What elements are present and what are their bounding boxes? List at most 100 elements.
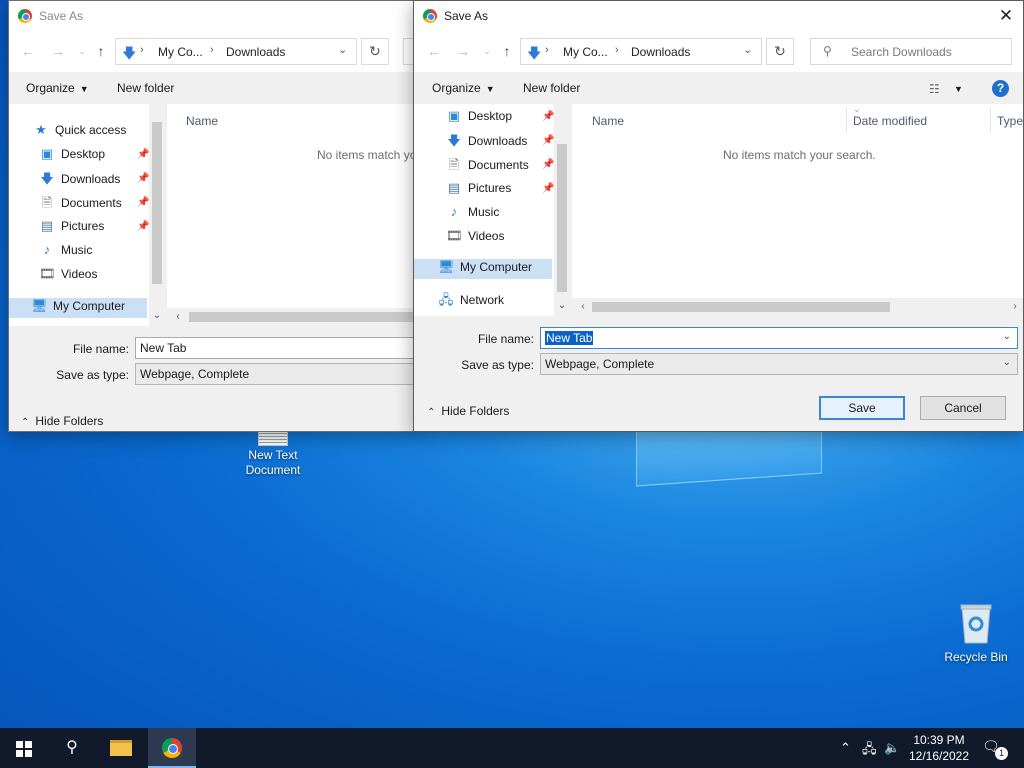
search-box[interactable]: ⚲ Search Downloads	[810, 38, 1012, 65]
desktop-icon-label: New Text	[248, 448, 298, 462]
desktop-icon-recycle-bin[interactable]: Recycle Bin	[940, 602, 1012, 665]
tree-item-pictures[interactable]: ▤ Pictures 📌	[446, 180, 555, 200]
column-header-date-modified[interactable]: Date modified	[853, 114, 927, 128]
forward-arrow-icon[interactable]: →	[49, 43, 67, 59]
scroll-thumb[interactable]	[189, 312, 417, 322]
save-as-type-select[interactable]: Webpage, Complete ⌄	[540, 353, 1018, 375]
tree-item-network[interactable]: 🖧 Network	[438, 291, 504, 311]
organize-button[interactable]: Organize ▼	[432, 81, 495, 95]
scroll-down-icon[interactable]: ⌄	[150, 310, 164, 321]
chevron-down-icon[interactable]: ⌄	[1003, 331, 1011, 342]
column-divider[interactable]	[846, 108, 847, 132]
downloads-icon: 🡇	[447, 133, 461, 148]
up-arrow-icon[interactable]: ↑	[498, 43, 516, 59]
tree-item-pictures[interactable]: ▤ Pictures 📌	[39, 218, 150, 238]
save-as-type-select[interactable]: Webpage, Complete	[135, 363, 417, 385]
title-bar[interactable]: Save As ✕	[414, 1, 1023, 32]
tree-item-music[interactable]: ♪ Music	[446, 204, 500, 224]
vertical-scrollbar[interactable]: ⌄	[149, 104, 165, 326]
view-options-icon[interactable]: ☷	[929, 82, 940, 96]
tree-item-desktop[interactable]: ▣ Desktop 📌	[446, 108, 555, 128]
desktop-icon-label: Recycle Bin	[944, 650, 1008, 664]
vertical-scrollbar[interactable]: ⌄	[554, 104, 570, 316]
scroll-left-icon[interactable]: ‹	[576, 301, 590, 312]
column-divider[interactable]	[990, 108, 991, 132]
column-header-name[interactable]: Name	[592, 114, 624, 128]
file-list: Name No items match yo ‹	[167, 104, 417, 326]
tree-item-my-computer[interactable]: 🖥 My Computer	[9, 298, 147, 318]
hide-folders-button[interactable]: ⌃ Hide Folders	[21, 414, 103, 428]
tree-item-quick-access[interactable]: ★ Quick access	[33, 122, 126, 142]
search-input[interactable]: Search Downloads	[851, 45, 952, 59]
forward-arrow-icon[interactable]: →	[454, 43, 472, 59]
chevron-up-icon[interactable]: ⌃	[840, 740, 851, 756]
chevron-down-icon[interactable]: ⌄	[1003, 357, 1011, 368]
scroll-thumb[interactable]	[557, 144, 567, 292]
network-icon[interactable]: 🖧	[862, 740, 877, 762]
title-bar[interactable]: Save As	[9, 1, 417, 32]
desktop-icon-new-text-document[interactable]: New Text Document	[236, 430, 310, 478]
refresh-button[interactable]: ↻	[766, 38, 794, 65]
caret-down-icon[interactable]: ▼	[954, 84, 963, 94]
column-header-name[interactable]: Name	[186, 114, 218, 128]
scroll-thumb[interactable]	[592, 302, 890, 312]
close-icon[interactable]: ✕	[997, 6, 1015, 26]
file-explorer-button[interactable]	[98, 728, 146, 768]
pin-icon: 📌	[542, 183, 555, 194]
address-bar[interactable]: 🡇 › My Co... › Downloads ⌄	[520, 38, 762, 65]
clock-time: 10:39 PM	[913, 733, 965, 747]
search-icon: ⚲	[823, 44, 832, 58]
new-folder-button[interactable]: New folder	[117, 81, 174, 95]
breadcrumb-item[interactable]: Downloads	[226, 45, 285, 59]
desktop-icon: ▣	[447, 108, 461, 123]
downloads-icon: 🡇	[40, 171, 54, 186]
start-button[interactable]	[0, 728, 48, 768]
column-header-type[interactable]: Type	[997, 114, 1023, 128]
desktop-icon: ▣	[40, 146, 54, 161]
chrome-taskbar-button[interactable]	[148, 728, 196, 768]
scroll-right-icon[interactable]: ›	[1008, 301, 1022, 312]
file-name-input[interactable]: New Tab	[135, 337, 417, 359]
tree-item-videos[interactable]: 🎞 Videos	[446, 228, 504, 248]
horizontal-scrollbar[interactable]: ‹	[167, 308, 417, 326]
new-folder-button[interactable]: New folder	[523, 81, 580, 95]
tree-item-desktop[interactable]: ▣ Desktop 📌	[39, 146, 150, 166]
help-icon[interactable]: ?	[992, 80, 1009, 97]
breadcrumb-item[interactable]: My Co...	[563, 45, 608, 59]
breadcrumb-item[interactable]: Downloads	[631, 45, 690, 59]
chevron-down-icon[interactable]: ⌄	[338, 43, 347, 56]
recent-locations-icon[interactable]: ⌄	[73, 46, 91, 57]
tree-item-my-computer[interactable]: 🖥 My Computer	[414, 259, 552, 279]
breadcrumb-item[interactable]: My Co...	[158, 45, 203, 59]
back-arrow-icon[interactable]: ←	[19, 43, 37, 59]
cancel-button[interactable]: Cancel	[920, 396, 1006, 420]
file-name-input[interactable]: New Tab ⌄	[540, 327, 1018, 349]
tree-item-videos[interactable]: 🎞 Videos	[39, 266, 97, 286]
volume-icon[interactable]: 🔈	[884, 740, 900, 756]
horizontal-scrollbar[interactable]: ‹ ›	[572, 298, 1023, 316]
scroll-down-icon[interactable]: ⌄	[555, 300, 569, 311]
tree-item-documents[interactable]: 🗎 Documents 📌	[446, 156, 555, 176]
tree-item-documents[interactable]: 🗎 Documents 📌	[39, 194, 150, 214]
hide-folders-button[interactable]: ⌃ Hide Folders	[427, 404, 509, 418]
organize-button[interactable]: Organize ▼	[26, 81, 89, 95]
tree-item-music[interactable]: ♪ Music	[39, 242, 93, 262]
search-button[interactable]: ⚲	[48, 728, 96, 768]
up-arrow-icon[interactable]: ↑	[92, 43, 110, 59]
back-arrow-icon[interactable]: ←	[425, 43, 443, 59]
save-as-dialog-back: Save As ← → ⌄ ↑ 🡇 › My Co... › Downloads…	[8, 0, 418, 432]
address-bar[interactable]: 🡇 › My Co... › Downloads ⌄	[115, 38, 357, 65]
chevron-down-icon[interactable]: ⌄	[743, 43, 752, 56]
videos-icon: 🎞	[39, 266, 56, 281]
scroll-left-icon[interactable]: ‹	[171, 311, 185, 322]
tree-item-downloads[interactable]: 🡇 Downloads 📌	[446, 132, 554, 152]
downloads-icon: 🡇	[122, 45, 137, 61]
recent-locations-icon[interactable]: ⌄	[478, 46, 496, 57]
save-button[interactable]: Save	[819, 396, 905, 420]
action-center-button[interactable]: 🗨 1	[982, 738, 1008, 760]
tree-item-downloads[interactable]: 🡇 Downloads 📌	[39, 170, 149, 190]
refresh-button[interactable]: ↻	[361, 38, 389, 65]
scroll-thumb[interactable]	[152, 122, 162, 284]
file-name-label: File name:	[477, 332, 534, 346]
clock[interactable]: 10:39 PM 12/16/2022	[904, 732, 974, 764]
